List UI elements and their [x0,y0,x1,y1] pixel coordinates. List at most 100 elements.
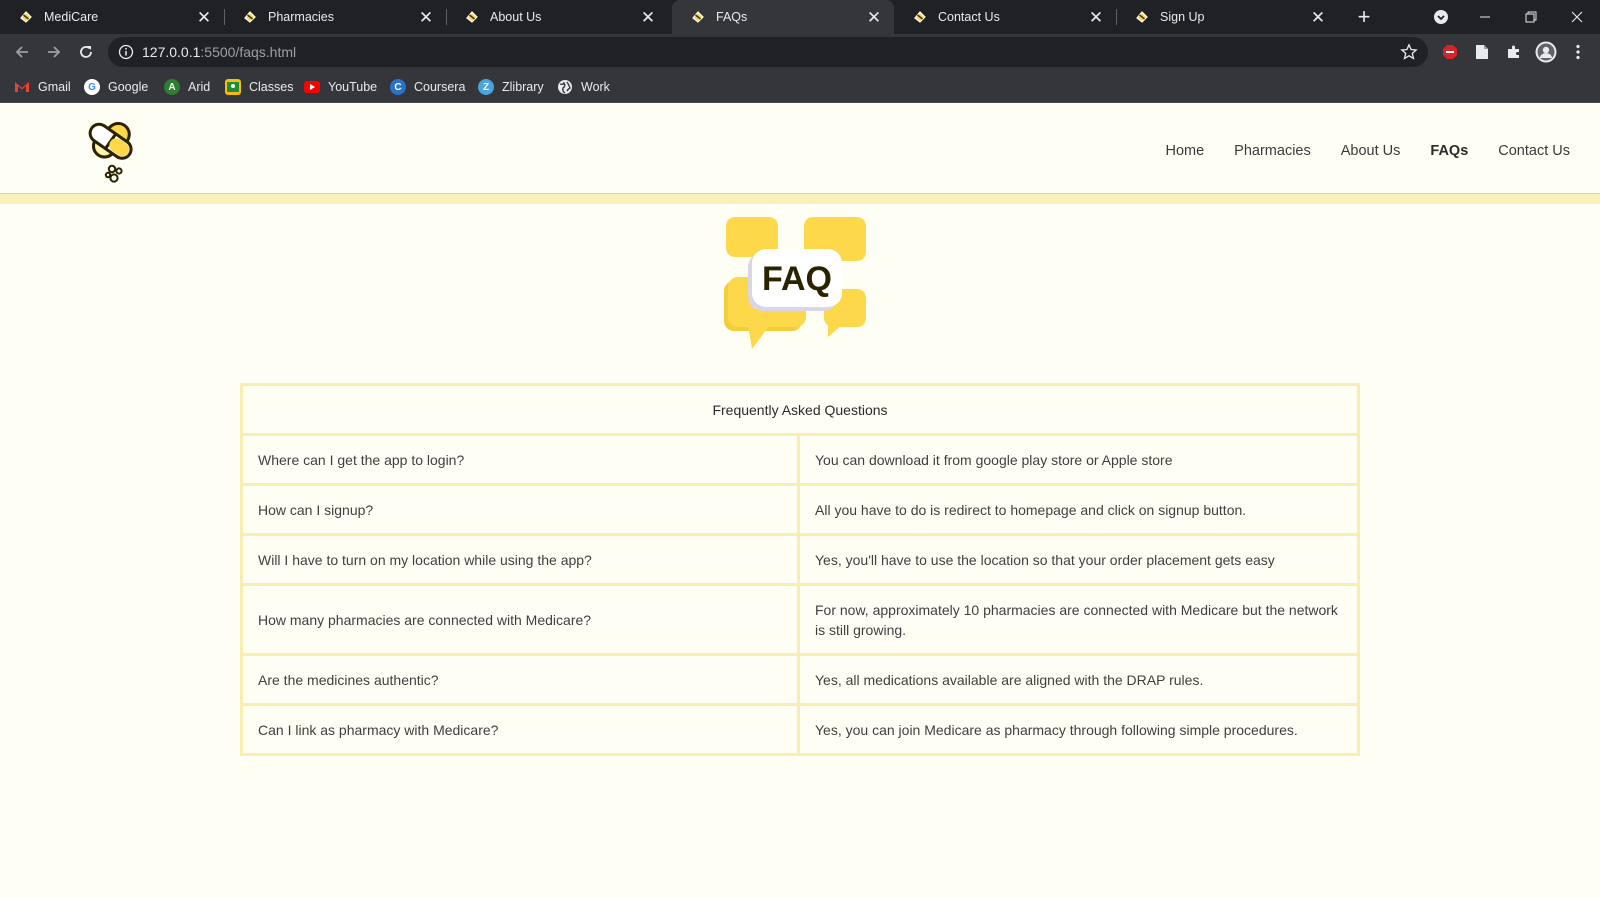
bookmark-label: YouTube [328,80,378,94]
adblock-extension-icon[interactable] [1440,42,1460,62]
arid-icon: A [164,79,180,95]
tab-pharmacies[interactable]: Pharmacies ✕ [224,0,446,34]
site-favicon-icon [20,11,32,23]
profile-avatar-icon[interactable] [1535,41,1557,63]
table-row: Where can I get the app to login? You ca… [240,433,1360,486]
browser-tab-strip: MediCare ✕ Pharmacies ✕ About Us ✕ FAQs … [0,0,1600,34]
bookmark-coursera[interactable]: C Coursera [390,77,465,97]
tab-contact-us[interactable]: Contact Us ✕ [894,0,1116,34]
site-header: Home Pharmacies About Us FAQs Contact Us [0,103,1600,194]
nav-pharmacies[interactable]: Pharmacies [1234,143,1311,159]
tab-sign-up[interactable]: Sign Up ✕ [1116,0,1338,34]
bookmark-arid[interactable]: A Arid [164,77,210,97]
zlibrary-icon: Z [478,79,494,95]
tab-faqs[interactable]: FAQs ✕ [672,0,894,34]
site-favicon-icon [1136,11,1148,23]
tab-search-icon[interactable] [1418,0,1464,34]
minimize-icon[interactable] [1462,0,1508,34]
close-icon[interactable]: ✕ [194,7,214,27]
tab-title: About Us [490,10,542,24]
coursera-icon: C [390,79,406,95]
nav-home[interactable]: Home [1165,143,1204,159]
close-icon[interactable]: ✕ [1086,7,1106,27]
close-icon[interactable]: ✕ [416,7,436,27]
table-caption: Frequently Asked Questions [240,383,1360,436]
bookmark-label: Google [108,80,149,94]
back-arrow-icon[interactable] [9,39,35,65]
table-header-row: Frequently Asked Questions [240,383,1360,436]
bookmark-label: Gmail [38,80,71,94]
restore-icon[interactable] [1508,0,1554,34]
bookmark-label: Work [581,80,610,94]
faq-question: How many pharmacies are connected with M… [240,583,800,656]
bookmark-label: Coursera [414,80,466,94]
tab-title: Pharmacies [268,10,334,24]
table-row: How many pharmacies are connected with M… [240,583,1360,656]
reload-icon[interactable] [73,39,99,65]
url-path: :5500/faqs.html [200,44,297,60]
site-info-icon[interactable] [118,44,134,60]
site-favicon-icon [244,11,256,23]
main-nav: Home Pharmacies About Us FAQs Contact Us [1135,143,1570,159]
new-tab-plus-icon[interactable]: + [1352,4,1376,29]
classes-icon [225,79,241,95]
bookmark-gmail[interactable]: Gmail [14,77,71,97]
bookmark-label: Zlibrary [502,80,544,94]
nav-faqs[interactable]: FAQs [1430,143,1468,159]
faq-question: Where can I get the app to login? [240,433,800,486]
table-row: How can I signup? All you have to do is … [240,483,1360,536]
document-extension-icon[interactable] [1472,42,1492,62]
site-favicon-icon [692,11,704,23]
bookmark-zlibrary[interactable]: Z Zlibrary [478,77,544,97]
bookmark-star-icon[interactable] [1400,43,1418,61]
kebab-menu-icon[interactable] [1568,42,1588,62]
youtube-icon [304,79,320,95]
page-viewport: Home Pharmacies About Us FAQs Contact Us… [0,103,1600,898]
faq-question: Are the medicines authentic? [240,653,800,706]
address-bar[interactable]: 127.0.0.1:5500/faqs.html [108,37,1428,67]
faq-graphic-text: FAQ [762,260,832,298]
close-icon[interactable]: ✕ [1308,7,1328,27]
url-host: 127.0.0.1 [142,44,201,60]
forward-arrow-icon[interactable] [41,39,67,65]
bookmark-label: Classes [249,80,294,94]
table-row: Will I have to turn on my location while… [240,533,1360,586]
bookmark-youtube[interactable]: YouTube [304,77,377,97]
faq-answer: You can download it from google play sto… [797,433,1360,486]
faq-question: How can I signup? [240,483,800,536]
tab-title: Sign Up [1160,10,1205,24]
faq-answer: Yes, you can join Medicare as pharmacy t… [797,703,1360,756]
header-accent-bar [0,194,1600,204]
table-row: Are the medicines authentic? Yes, all me… [240,653,1360,706]
bookmark-work[interactable]: Work [557,77,610,97]
extensions-puzzle-icon[interactable] [1504,42,1524,62]
faq-table: Frequently Asked Questions Where can I g… [240,383,1360,756]
medicare-logo[interactable] [78,111,146,187]
tab-title: MediCare [44,10,99,24]
faq-answer: For now, approximately 10 pharmacies are… [797,583,1360,656]
faq-speech-bubbles-illustration: FAQ [724,217,866,349]
faq-answer: All you have to do is redirect to homepa… [797,483,1360,536]
google-icon: G [84,79,100,95]
bookmark-google[interactable]: G Google [84,77,148,97]
tab-medicare[interactable]: MediCare ✕ [0,0,224,34]
tab-about-us[interactable]: About Us ✕ [446,0,668,34]
close-icon[interactable]: ✕ [638,7,658,27]
faq-answer: Yes, all medications available are align… [797,653,1360,706]
window-close-icon[interactable] [1554,0,1600,34]
faq-answer: Yes, you'll have to use the location so … [797,533,1360,586]
table-row: Can I link as pharmacy with Medicare? Ye… [240,703,1360,756]
tab-title: Contact Us [938,10,1000,24]
bookmark-label: Arid [188,80,211,94]
tab-title: FAQs [716,10,748,24]
faq-question: Will I have to turn on my location while… [240,533,800,586]
bookmarks-bar: Gmail G Google A Arid Classes YouTube C … [0,70,1600,103]
nav-about-us[interactable]: About Us [1341,143,1401,159]
site-favicon-icon [914,11,926,23]
faq-question: Can I link as pharmacy with Medicare? [240,703,800,756]
bookmark-classes[interactable]: Classes [225,77,293,97]
close-icon[interactable]: ✕ [864,7,884,27]
gmail-icon [14,79,30,95]
nav-contact-us[interactable]: Contact Us [1498,143,1570,159]
browser-toolbar: 127.0.0.1:5500/faqs.html [0,34,1600,70]
